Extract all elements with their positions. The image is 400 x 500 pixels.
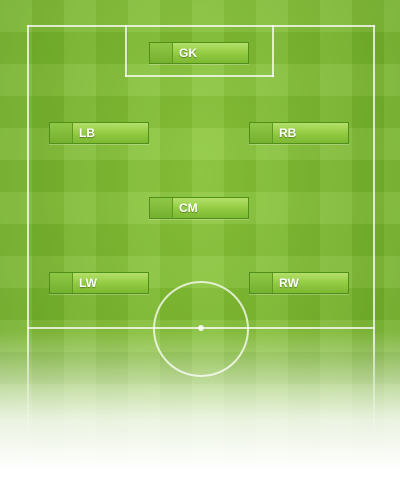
- pitch-right-touchline: [373, 25, 375, 445]
- center-spot: [198, 325, 204, 331]
- position-label-rb: RB: [279, 126, 297, 140]
- pitch-left-touchline: [27, 25, 29, 445]
- football-pitch: GK LB RB CM LW RW: [0, 0, 400, 500]
- position-label-lw: LW: [79, 276, 97, 290]
- player-avatar-placeholder: [50, 123, 73, 143]
- player-avatar-placeholder: [150, 43, 173, 63]
- penalty-box-bottom-line: [125, 75, 274, 77]
- position-slot-lw[interactable]: LW: [49, 272, 149, 294]
- position-label-gk: GK: [179, 46, 197, 60]
- position-slot-rb[interactable]: RB: [249, 122, 349, 144]
- player-avatar-placeholder: [250, 123, 273, 143]
- position-slot-lb[interactable]: LB: [49, 122, 149, 144]
- position-label-rw: RW: [279, 276, 299, 290]
- player-avatar-placeholder: [250, 273, 273, 293]
- position-slot-rw[interactable]: RW: [249, 272, 349, 294]
- position-label-lb: LB: [79, 126, 95, 140]
- position-slot-gk[interactable]: GK: [149, 42, 249, 64]
- player-avatar-placeholder: [50, 273, 73, 293]
- penalty-box-left-line: [125, 25, 127, 77]
- pitch-top-line: [27, 25, 375, 27]
- player-avatar-placeholder: [150, 198, 173, 218]
- position-label-cm: CM: [179, 201, 198, 215]
- position-slot-cm[interactable]: CM: [149, 197, 249, 219]
- penalty-box-right-line: [272, 25, 274, 77]
